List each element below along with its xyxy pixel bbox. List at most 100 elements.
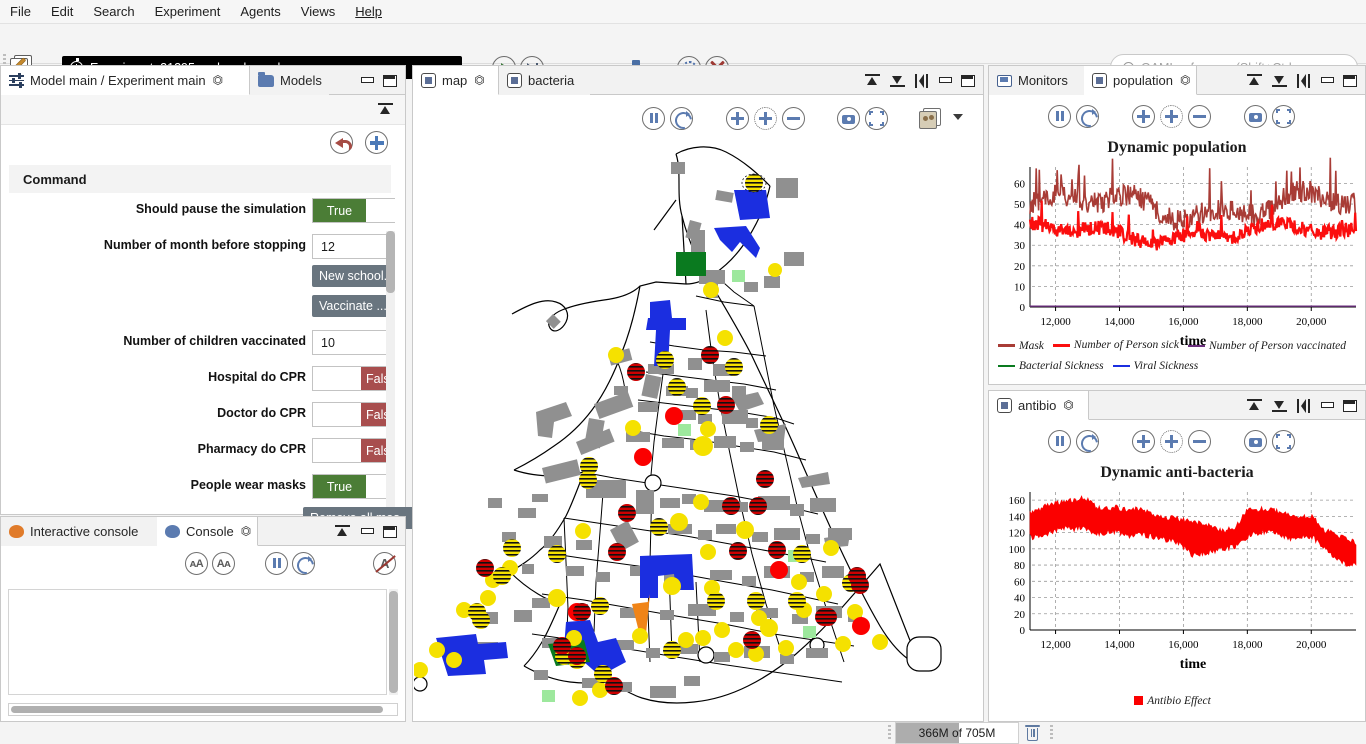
tab-console[interactable]: Console ⏣: [157, 517, 258, 546]
children-vaccinated-input[interactable]: 10: [312, 330, 396, 355]
zoom-fit-icon[interactable]: [1160, 105, 1183, 128]
zoom-in-icon[interactable]: [1132, 430, 1155, 453]
collapse-down-icon[interactable]: [1247, 74, 1262, 87]
snapshot-icon[interactable]: [837, 107, 860, 130]
minimize-icon[interactable]: [938, 75, 952, 87]
pharmacy-cpr-toggle[interactable]: Fals: [312, 438, 396, 463]
trash-icon[interactable]: [1025, 724, 1040, 742]
menu-item-search[interactable]: Search: [83, 0, 144, 24]
close-icon[interactable]: ⏣: [1180, 73, 1190, 87]
chevron-down-icon[interactable]: [953, 114, 963, 120]
sync-icon[interactable]: [1076, 105, 1099, 128]
menu-item-experiment[interactable]: Experiment: [145, 0, 231, 24]
console-hscrollbar[interactable]: [8, 703, 398, 716]
collapse-down-icon[interactable]: [1247, 399, 1262, 412]
add-parameter-icon[interactable]: [365, 131, 388, 154]
zoom-out-icon[interactable]: [782, 107, 805, 130]
collapse-all-icon[interactable]: [378, 103, 393, 116]
minimize-icon[interactable]: [1320, 400, 1334, 412]
snapshot-icon[interactable]: [1244, 430, 1267, 453]
agents-icon[interactable]: [919, 108, 943, 130]
maximize-icon[interactable]: [961, 74, 975, 87]
tab-monitors[interactable]: Monitors: [989, 66, 1084, 95]
menu-item-file[interactable]: File: [0, 0, 41, 24]
collapse-up-icon[interactable]: [1272, 399, 1287, 412]
tab-models[interactable]: Models: [250, 66, 329, 95]
minimize-icon[interactable]: [360, 526, 374, 538]
param-control[interactable]: Fals: [312, 438, 396, 463]
previous-icon[interactable]: [1297, 73, 1310, 88]
console-scrollbar[interactable]: [389, 589, 398, 695]
collapse-icon[interactable]: [335, 525, 350, 538]
minimize-icon[interactable]: [360, 75, 374, 87]
should-pause-toggle[interactable]: True: [312, 198, 396, 223]
status-grip-2[interactable]: [1050, 725, 1053, 741]
previous-icon[interactable]: [1297, 398, 1310, 413]
people-wear-masks-toggle[interactable]: True: [312, 474, 396, 499]
fullscreen-icon[interactable]: [1272, 430, 1295, 453]
tab-population[interactable]: population ⏣: [1084, 66, 1197, 95]
zoom-in-icon[interactable]: [726, 107, 749, 130]
param-control[interactable]: True: [312, 198, 396, 223]
sync-console-button[interactable]: [292, 552, 315, 575]
param-control[interactable]: 12: [312, 234, 396, 259]
maximize-icon[interactable]: [383, 74, 397, 87]
tab-interactive-console[interactable]: Interactive console: [1, 517, 157, 546]
tab-model-experiment[interactable]: Model main / Experiment main ⏣: [1, 66, 250, 95]
param-control[interactable]: True: [312, 474, 396, 499]
zoom-in-icon[interactable]: [1132, 105, 1155, 128]
param-control[interactable]: Fals: [312, 366, 396, 391]
parameters-outer-scrollbar[interactable]: [395, 166, 404, 513]
fullscreen-icon[interactable]: [1272, 105, 1295, 128]
tab-antibio[interactable]: antibio ⏣: [989, 391, 1089, 420]
pause-icon[interactable]: [1048, 430, 1071, 453]
param-control[interactable]: Fals: [312, 402, 396, 427]
revert-icon[interactable]: [330, 131, 353, 154]
maximize-icon[interactable]: [1343, 399, 1357, 412]
hospital-cpr-toggle[interactable]: Fals: [312, 366, 396, 391]
map-canvas[interactable]: [414, 142, 982, 720]
close-icon[interactable]: ⏣: [213, 73, 223, 87]
fullscreen-icon[interactable]: [865, 107, 888, 130]
maximize-icon[interactable]: [383, 525, 397, 538]
previous-icon[interactable]: [915, 73, 928, 88]
tab-map[interactable]: map ⏣: [413, 66, 499, 95]
collapse-up-icon[interactable]: [1272, 74, 1287, 87]
close-icon[interactable]: ⏣: [474, 73, 484, 87]
zoom-out-icon[interactable]: [1188, 430, 1211, 453]
increase-font-button[interactable]: ᴀA: [185, 552, 208, 575]
maximize-icon[interactable]: [1343, 74, 1357, 87]
antibio-chart[interactable]: Dynamic anti-bacteria 0 20 40 60 80 100 120 140…: [990, 462, 1364, 720]
sync-icon[interactable]: [670, 107, 693, 130]
zoom-fit-icon[interactable]: [1160, 430, 1183, 453]
minimize-icon[interactable]: [1320, 75, 1334, 87]
close-icon[interactable]: ⏣: [241, 524, 251, 538]
param-label: Should pause the simulation: [135, 202, 306, 216]
decrease-font-button[interactable]: Aᴀ: [212, 552, 235, 575]
menu-item-help[interactable]: Help: [345, 0, 392, 24]
close-icon[interactable]: ⏣: [1063, 398, 1073, 412]
parameters-scrollbar[interactable]: [386, 231, 395, 507]
antibio-panel: antibio ⏣ Dynamic anti-bacteria 0 20 40 60 8…: [988, 390, 1366, 722]
months-before-stopping-input[interactable]: 12: [312, 234, 396, 259]
zoom-fit-icon[interactable]: [754, 107, 777, 130]
param-control[interactable]: 10: [312, 330, 396, 355]
status-grip[interactable]: [888, 725, 891, 741]
population-chart[interactable]: Dynamic population 0 10 20 30 40 50 60 12,000 14…: [990, 137, 1364, 383]
memory-bar[interactable]: 366M of 705M: [895, 722, 1019, 744]
pause-icon[interactable]: [1048, 105, 1071, 128]
menu-item-edit[interactable]: Edit: [41, 0, 83, 24]
zoom-out-icon[interactable]: [1188, 105, 1211, 128]
menu-item-agents[interactable]: Agents: [230, 0, 290, 24]
pause-icon[interactable]: [642, 107, 665, 130]
console-output[interactable]: [8, 589, 387, 695]
collapse-up-icon[interactable]: [890, 74, 905, 87]
menu-item-views[interactable]: Views: [291, 0, 345, 24]
clear-console-button[interactable]: A: [373, 552, 396, 575]
pause-console-button[interactable]: [265, 552, 288, 575]
tab-bacteria[interactable]: bacteria: [499, 66, 590, 95]
collapse-down-icon[interactable]: [865, 74, 880, 87]
doctor-cpr-toggle[interactable]: Fals: [312, 402, 396, 427]
sync-icon[interactable]: [1076, 430, 1099, 453]
snapshot-icon[interactable]: [1244, 105, 1267, 128]
